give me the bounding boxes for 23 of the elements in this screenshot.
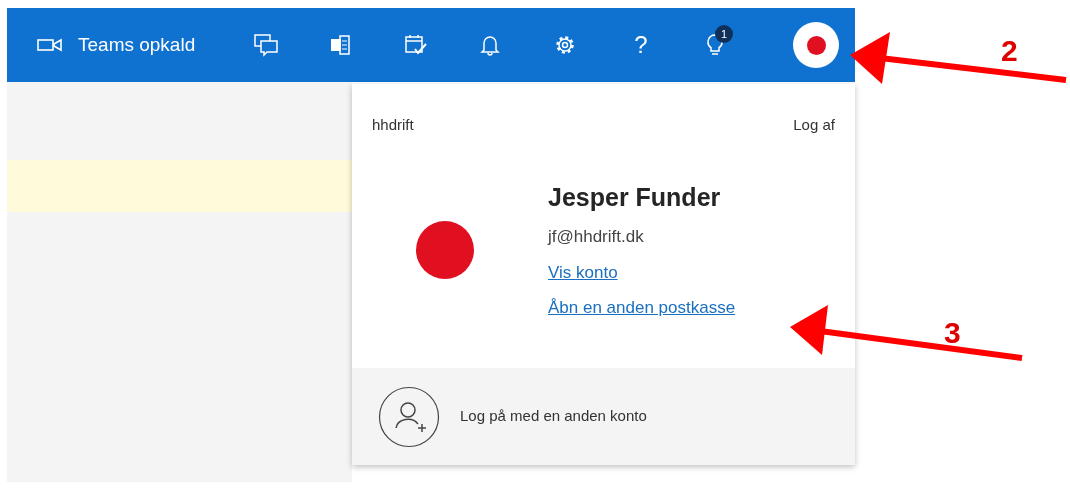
calendar-check-icon xyxy=(404,33,428,57)
teams-call-button[interactable]: Teams opkald xyxy=(37,25,196,65)
video-camera-icon xyxy=(37,37,63,53)
bell-icon xyxy=(480,34,500,56)
profile-avatar xyxy=(416,220,474,279)
annotation-number: 3 xyxy=(944,315,961,351)
sign-out-link[interactable]: Log af xyxy=(793,114,835,137)
chat-icon xyxy=(253,33,279,57)
notification-badge: 1 xyxy=(715,25,733,43)
user-name: Jesper Funder xyxy=(548,181,722,213)
office-icon xyxy=(329,34,351,56)
account-link[interactable]: Vis konto xyxy=(548,259,618,285)
lightbulb-icon xyxy=(706,33,724,57)
organization-name: hhdrift xyxy=(372,115,414,135)
user-email: jf@hhdrift.dk xyxy=(548,226,645,248)
tips-button[interactable]: 1 xyxy=(695,25,735,65)
annotation-number: 2 xyxy=(1001,33,1018,69)
account-link[interactable]: Åbn en anden postkasse xyxy=(548,295,736,321)
add-person-icon xyxy=(378,385,440,448)
settings-icon xyxy=(554,34,576,56)
account-avatar-button[interactable] xyxy=(793,22,839,68)
help-button[interactable]: ? xyxy=(621,25,661,65)
other-account-button[interactable]: Log på med en anden konto xyxy=(352,368,855,465)
